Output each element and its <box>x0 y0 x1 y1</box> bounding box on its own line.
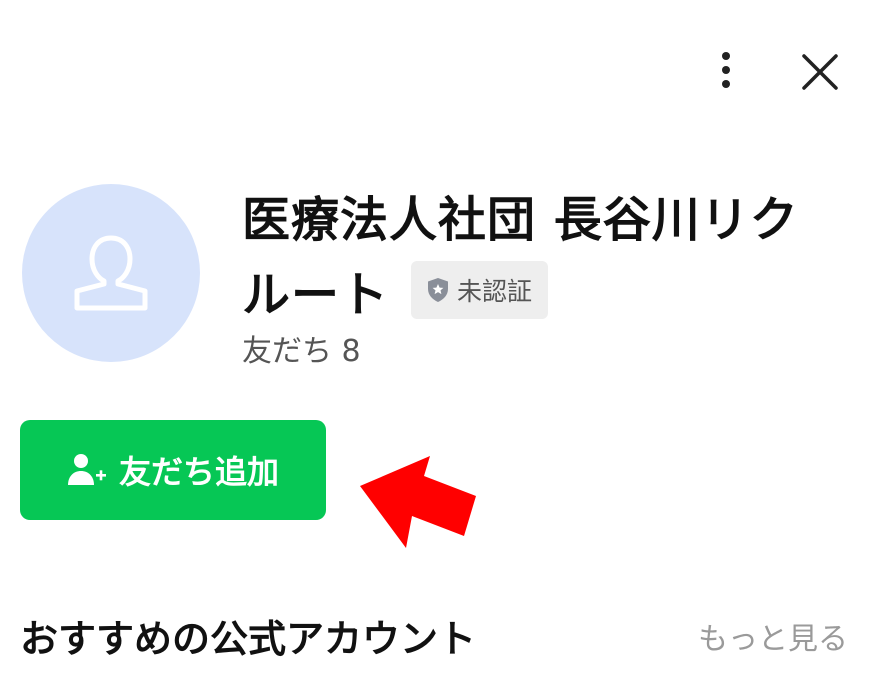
profile-name: 医療法人社団 長谷川リク ルート 未認証 <box>242 186 842 326</box>
close-icon[interactable] <box>796 48 844 96</box>
profile-name-line2: ルート <box>242 267 390 323</box>
add-person-icon <box>67 454 106 485</box>
person-placeholder-icon <box>74 235 148 311</box>
avatar[interactable] <box>22 184 200 362</box>
more-vertical-icon[interactable] <box>706 46 746 94</box>
profile-name-line1: 医療法人社団 長谷川リク <box>242 192 799 248</box>
add-friend-button[interactable]: 友だち追加 <box>20 420 326 520</box>
red-arrow-icon <box>360 456 476 548</box>
friends-count: 友だち 8 <box>242 334 361 369</box>
badge-label: 未認証 <box>457 277 533 306</box>
shield-star-icon <box>428 278 449 302</box>
recommended-section-title: おすすめの公式アカウント <box>20 617 477 661</box>
add-friend-label: 友だち追加 <box>118 454 279 490</box>
unverified-badge: 未認証 <box>411 261 549 319</box>
see-more-link[interactable]: もっと見る <box>698 614 848 658</box>
